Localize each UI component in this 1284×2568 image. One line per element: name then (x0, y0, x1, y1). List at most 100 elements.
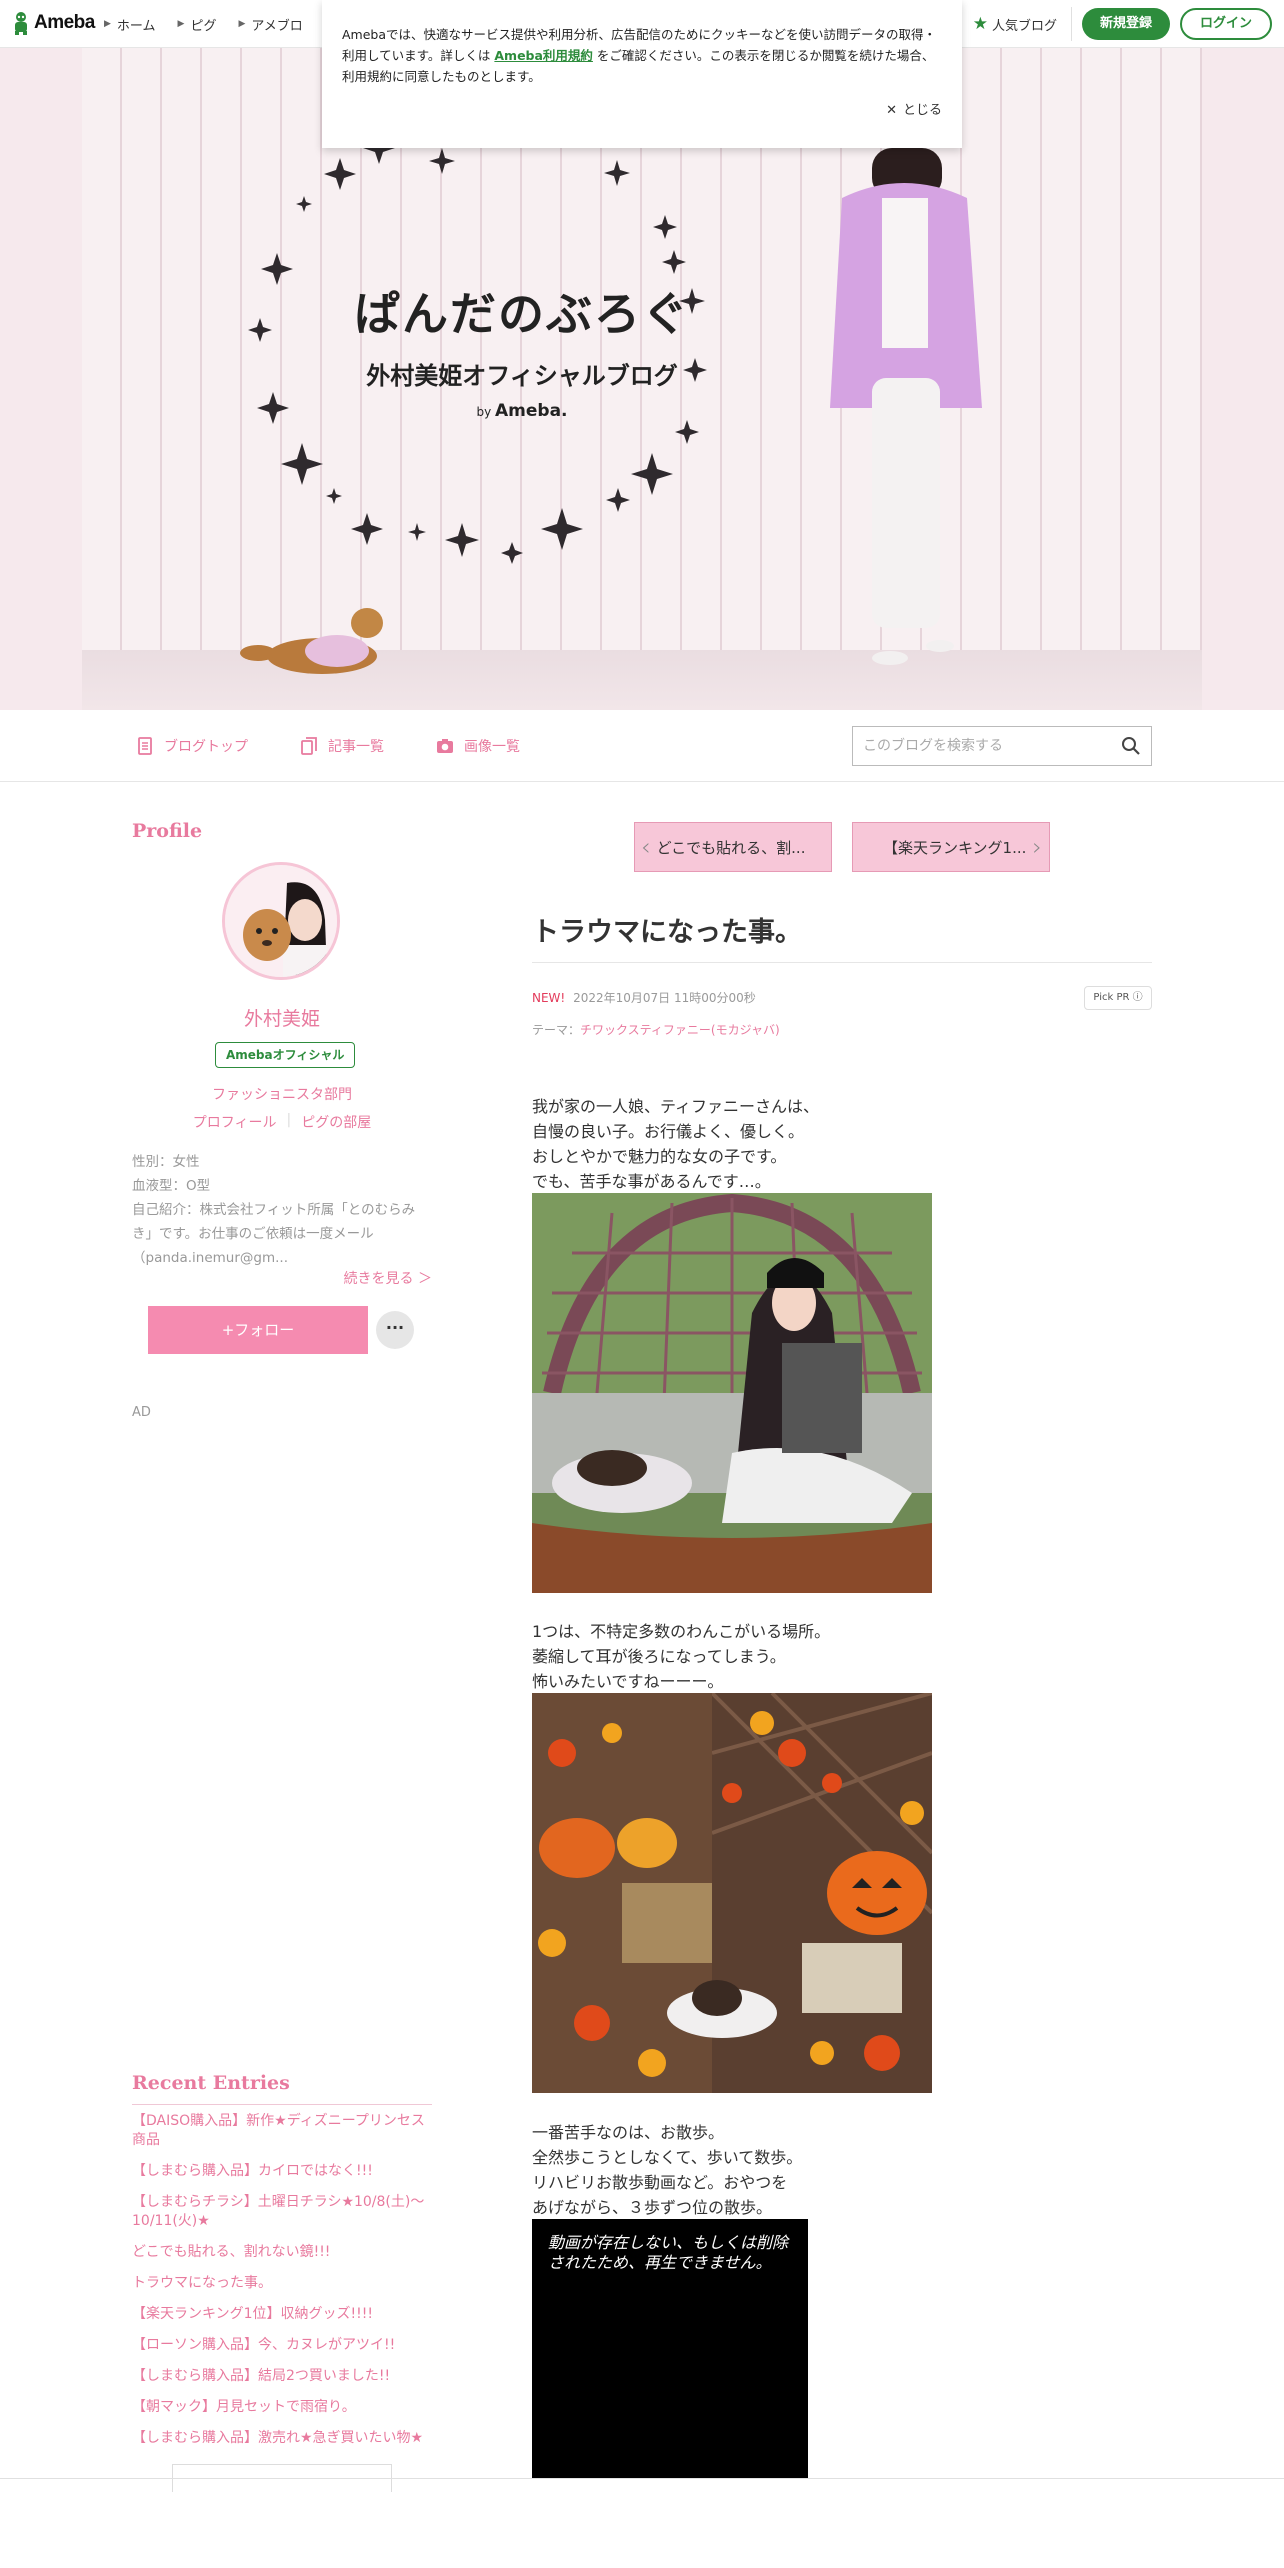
search-icon[interactable] (1121, 736, 1141, 756)
account-nav: ★ 人気ブログ 新規登録 ログイン (973, 7, 1272, 41)
cookie-close-button[interactable]: ✕ とじる (886, 100, 942, 121)
theme-prefix: テーマ： (532, 1023, 581, 1037)
cookie-notice: Amebaでは、快適なサービス提供や利用分析、広告配信のためにクッキーなどを使い… (322, 0, 962, 148)
article-photo-1[interactable] (532, 1193, 932, 1593)
article-paragraph-2: 1つは、不特定多数のわんこがいる場所。 萎縮して耳が後ろになってしまう。 怖いみ… (532, 1619, 1092, 1694)
profile-info: 性別：女性 血液型：O型 自己紹介：株式会社フィット所属「とのむらみき」です。お… (132, 1150, 432, 1270)
prev-entry-button[interactable]: ‹ どこでも貼れる、割... (634, 822, 832, 872)
dog-illustration (240, 608, 383, 674)
article-line: 怖いみたいですねーーー。 (532, 1672, 724, 1691)
profile-link[interactable]: プロフィール (193, 1112, 277, 1132)
ameba-mascot-icon (15, 12, 27, 35)
recent-entry[interactable]: どこでも貼れる、割れない鏡!!! (132, 2243, 432, 2262)
article-paragraph-3: 一番苦手なのは、お散歩。 全然歩こうとしなくて、歩いて数歩。 リハビリお散歩動画… (532, 2120, 1092, 2220)
recent-entry[interactable]: 【DAISO購入品】新作★ディズニープリンセス商品 (132, 2112, 432, 2150)
nav-entry-list-label: 記事一覧 (328, 739, 384, 755)
profile-read-more-link[interactable]: 続きを見る ＞ (132, 1268, 432, 1288)
profile-heading: Profile (132, 820, 203, 842)
banner-byline: by Ameba. (312, 401, 732, 421)
recent-entry[interactable]: 【朝マック】月見セットで雨宿り。 (132, 2398, 432, 2417)
blog-search-input[interactable] (853, 727, 1103, 765)
signup-button[interactable]: 新規登録 (1081, 8, 1170, 40)
popular-blogs-label: 人気ブログ (991, 18, 1057, 34)
profile-links: プロフィール | ピグの部屋 (132, 1112, 432, 1132)
cookie-close-label: とじる (902, 103, 942, 118)
recent-entry[interactable]: 【ローソン購入品】今、カヌレがアツイ!! (132, 2336, 432, 2355)
gnav-ameblo[interactable]: ▶ アメブロ (238, 15, 302, 34)
recent-entry[interactable]: 【楽天ランキング1位】収納グッズ!!!! (132, 2305, 432, 2324)
article-photo-2[interactable] (532, 1693, 932, 2093)
profile-avatar[interactable] (222, 862, 340, 980)
article-paragraph-1: 我が家の一人娘、ティファニーさんは、 自慢の良い子。お行儀よく、優しく。 おしと… (532, 1094, 1092, 1194)
theme-link[interactable]: チワックスティファニー(モカジャバ) (580, 1023, 780, 1037)
article-line: 全然歩こうとしなくて、歩いて数歩。 (532, 2148, 803, 2167)
article-title[interactable]: トラウマになった事。 (532, 910, 1152, 949)
recent-entry[interactable]: 【しまむら購入品】結局2つ買いました!! (132, 2367, 432, 2386)
article-theme: テーマ：チワックスティファニー(モカジャバ) (532, 1021, 780, 1038)
next-entry-button[interactable]: 【楽天ランキング1... › (852, 822, 1050, 872)
ad-label: AD (132, 1405, 151, 1420)
chevron-right-icon: ▶ (238, 19, 246, 29)
recent-entry[interactable]: トラウマになった事。 (132, 2274, 432, 2293)
official-badge: Amebaオフィシャル (215, 1042, 356, 1068)
document-icon (138, 737, 152, 755)
banner-subtitle: 外村美姫オフィシャルブログ (366, 362, 678, 390)
blog-search (852, 726, 1152, 766)
close-icon: ✕ (886, 103, 897, 118)
title-divider (532, 962, 1152, 963)
chevron-right-icon: ▶ (104, 19, 111, 29)
photo-woman-and-dog (532, 1193, 932, 1593)
chevron-right-icon: ▶ (177, 19, 185, 29)
star-icon: ★ (972, 14, 988, 34)
article-meta: NEW! 2022年10月07日 11時00分00秒 (532, 989, 756, 1006)
article-line: 一番苦手なのは、お散歩。 (532, 2123, 725, 2142)
login-button[interactable]: ログイン (1179, 8, 1272, 40)
person-illustration (830, 148, 982, 665)
photo-halloween-dog (532, 1693, 932, 2093)
profile-blood-type: 血液型：O型 (132, 1178, 211, 1194)
follow-button[interactable]: +フォロー (148, 1306, 368, 1354)
prev-entry-label: どこでも貼れる、割... (656, 838, 806, 857)
popular-blogs-link[interactable]: ★ 人気ブログ (973, 7, 1072, 41)
article-line: あげながら、３歩ずつ位の散歩。 (532, 2198, 773, 2217)
article-line: でも、苦手な事があるんです…。 (532, 1172, 771, 1191)
recent-entries-list: 【DAISO購入品】新作★ディズニープリンセス商品 【しまむら購入品】カイロでは… (132, 2112, 432, 2460)
profile-category[interactable]: ファッショニスタ部門 (132, 1084, 432, 1104)
global-nav: ▶ ホーム ▶ ピグ ▶ アメブロ (104, 0, 303, 48)
pickpr-badge[interactable]: Pick PR ⓘ (1084, 986, 1152, 1010)
article-line: 萎縮して耳が後ろになってしまう。 (532, 1647, 786, 1666)
gnav-home[interactable]: ▶ ホーム (104, 15, 156, 34)
profile-intro: 自己紹介：株式会社フィット所属「とのむらみき」です。お仕事のご依頼は一度メール（… (132, 1202, 416, 1266)
article-line: リハビリお散歩動画など。おやつを (532, 2173, 788, 2192)
article-line: おしとやかで魅力的な女の子です。 (532, 1147, 787, 1166)
nav-image-list[interactable]: 画像一覧 (436, 736, 520, 756)
recent-entry[interactable]: 【しまむらチラシ】土曜日チラシ★10/8(土)～10/11(火)★ (132, 2193, 432, 2231)
article-line: 自慢の良い子。お行儀よく、優しく。 (532, 1122, 805, 1141)
divider: | (286, 1112, 292, 1128)
article-line: 1つは、不特定多数のわんこがいる場所。 (532, 1622, 831, 1641)
ameba-logo[interactable]: Ameba (12, 11, 95, 35)
pigg-room-link[interactable]: ピグの部屋 (301, 1112, 371, 1132)
article-date: 2022年10月07日 11時00分00秒 (573, 991, 756, 1005)
gnav-ameblo-label: アメブロ (251, 18, 303, 34)
copy-icon (301, 737, 317, 755)
banner-by-prefix: by (476, 405, 492, 419)
video-player[interactable]: 動画が存在しない、もしくは削除されたため、再生できません。 (532, 2219, 808, 2479)
gnav-pigg[interactable]: ▶ ピグ (178, 15, 217, 34)
profile-gender: 性別：女性 (132, 1154, 200, 1170)
nav-blog-top[interactable]: ブログトップ (136, 736, 248, 756)
recent-entry[interactable]: 【しまむら購入品】カイロではなく!!! (132, 2162, 432, 2181)
video-error-message: 動画が存在しない、もしくは削除されたため、再生できません。 (548, 2233, 789, 2272)
article-line: 我が家の一人娘、ティファニーさんは、 (532, 1097, 820, 1116)
recent-entry[interactable]: 【しまむら購入品】激売れ★急ぎ買いたい物★ (132, 2429, 432, 2448)
nav-blog-top-label: ブログトップ (164, 739, 248, 755)
more-options-button[interactable]: ··· (376, 1311, 414, 1349)
footer-divider (0, 2478, 1284, 2479)
chevron-right-icon: › (1032, 833, 1043, 861)
recent-entries-heading: Recent Entries (132, 2072, 290, 2094)
nav-entry-list[interactable]: 記事一覧 (300, 736, 384, 756)
nav-image-list-label: 画像一覧 (464, 739, 520, 755)
profile-name[interactable]: 外村美姫 (132, 1004, 432, 1031)
recent-divider (132, 2104, 432, 2105)
terms-link[interactable]: Ameba利用規約 (494, 48, 593, 63)
